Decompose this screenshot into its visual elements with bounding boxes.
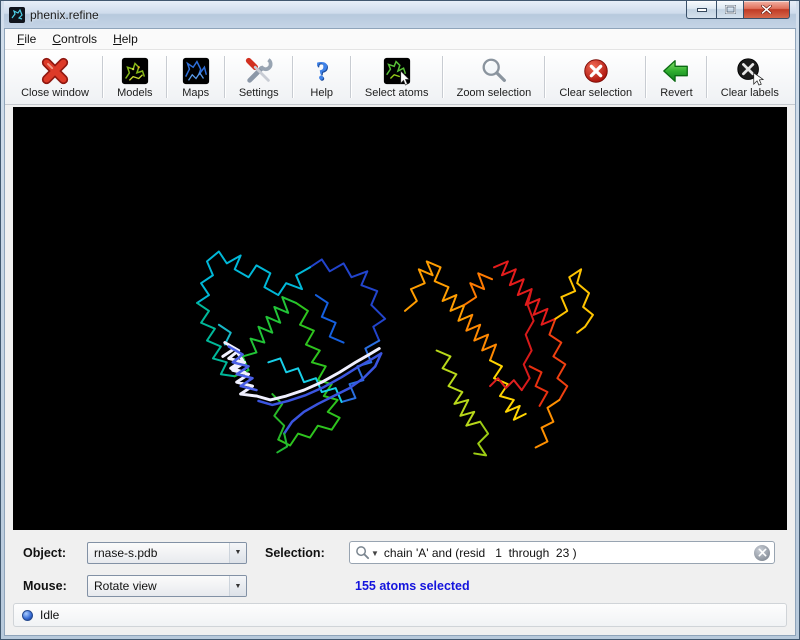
toolbar-label: Settings (239, 87, 279, 99)
search-icon (355, 545, 370, 560)
status-bar: Idle (13, 603, 787, 627)
object-dropdown[interactable]: rnase-s.pdb ▼ (87, 542, 247, 564)
close-button[interactable] (744, 1, 790, 19)
window-title: phenix.refine (30, 8, 99, 22)
mouse-mode-value: Rotate view (88, 579, 229, 593)
toolbar-label: Zoom selection (457, 87, 532, 99)
viewport-frame (5, 105, 795, 532)
mouse-label: Mouse: (23, 579, 87, 593)
toolbar-separator (350, 56, 352, 98)
maps-icon (181, 54, 211, 87)
svg-text:?: ? (315, 56, 328, 85)
zoom-selection-icon (479, 54, 509, 87)
revert-button[interactable]: Revert (648, 51, 705, 103)
toolbar-separator (102, 56, 104, 98)
close-window-icon (40, 54, 70, 87)
toolbar-label: Select atoms (365, 87, 429, 99)
object-dropdown-value: rnase-s.pdb (88, 546, 229, 560)
molecule-trace (13, 107, 787, 530)
help-button[interactable]: ? ? Help (295, 51, 349, 103)
chevron-down-icon: ▼ (229, 576, 246, 596)
toolbar-label: Close window (21, 87, 89, 99)
settings-icon (244, 54, 274, 87)
app-window: phenix.refine File Controls Help (0, 0, 800, 640)
toolbar-separator (645, 56, 647, 98)
help-icon: ? ? (307, 54, 337, 87)
toolbar-label: Revert (660, 87, 692, 99)
control-panel: Object: rnase-s.pdb ▼ Selection: ▼ chain… (5, 532, 795, 599)
selection-value: chain 'A' and (resid 1 through 23 ) (384, 546, 754, 560)
chevron-down-icon: ▼ (229, 543, 246, 563)
zoom-selection-button[interactable]: Zoom selection (445, 51, 544, 103)
clear-labels-button[interactable]: Clear labels (709, 51, 791, 103)
toolbar-label: Clear selection (559, 87, 632, 99)
toolbar-label: Maps (182, 87, 209, 99)
toolbar-separator (166, 56, 168, 98)
settings-button[interactable]: Settings (227, 51, 291, 103)
menu-file[interactable]: File (9, 29, 44, 49)
toolbar-separator (442, 56, 444, 98)
toolbar-separator (706, 56, 708, 98)
toolbar-separator (224, 56, 226, 98)
clear-search-icon[interactable] (754, 545, 770, 561)
maps-button[interactable]: Maps (169, 51, 223, 103)
maximize-button[interactable] (716, 1, 744, 19)
close-window-button[interactable]: Close window (9, 51, 101, 103)
mouse-mode-dropdown[interactable]: Rotate view ▼ (87, 575, 247, 597)
toolbar-separator (292, 56, 294, 98)
status-text: Idle (40, 608, 59, 622)
toolbar-separator (544, 56, 546, 98)
title-bar[interactable]: phenix.refine (4, 1, 796, 28)
atoms-selected-text: 155 atoms selected (349, 579, 777, 593)
selection-input[interactable]: ▼ chain 'A' and (resid 1 through 23 ) (349, 541, 775, 564)
clear-selection-icon (581, 54, 611, 87)
select-atoms-button[interactable]: Select atoms (353, 51, 441, 103)
selection-label: Selection: (265, 546, 349, 560)
menu-help[interactable]: Help (105, 29, 146, 49)
object-label: Object: (23, 546, 87, 560)
revert-icon (661, 54, 691, 87)
toolbar: Close window Models (5, 50, 795, 105)
toolbar-label: Clear labels (721, 87, 779, 99)
gl-viewport[interactable] (13, 107, 787, 530)
models-icon (120, 54, 150, 87)
menu-controls[interactable]: Controls (44, 29, 105, 49)
app-icon (9, 7, 25, 23)
clear-labels-icon (735, 54, 765, 87)
toolbar-label: Models (117, 87, 152, 99)
toolbar-label: Help (310, 87, 333, 99)
models-button[interactable]: Models (105, 51, 165, 103)
search-options-chevron-icon[interactable]: ▼ (371, 549, 379, 558)
menu-bar: File Controls Help (5, 29, 795, 50)
statusbar-frame: Idle (5, 599, 795, 635)
minimize-button[interactable] (686, 1, 716, 19)
status-indicator-icon (22, 610, 33, 621)
select-atoms-icon (382, 54, 412, 87)
clear-selection-button[interactable]: Clear selection (547, 51, 644, 103)
